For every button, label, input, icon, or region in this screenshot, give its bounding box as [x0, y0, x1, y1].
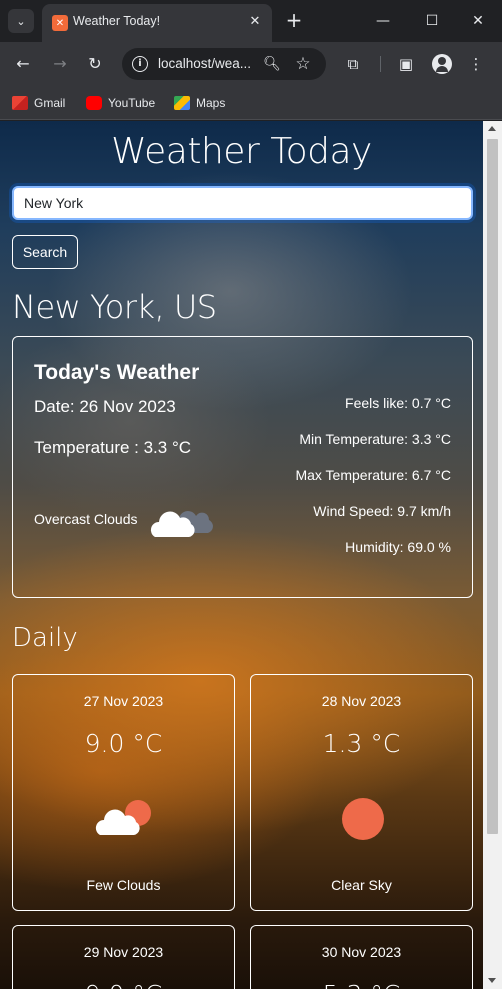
few-clouds-icon [95, 800, 151, 835]
back-button[interactable]: ← [11, 52, 35, 76]
daily-description: Few Clouds [86, 877, 161, 893]
daily-temperature: 1.3 °C [322, 729, 401, 758]
scrollbar-thumb[interactable] [487, 139, 498, 834]
gmail-icon [12, 96, 28, 110]
bookmark-label: YouTube [108, 96, 156, 110]
daily-date: 27 Nov 2023 [83, 693, 164, 709]
maps-icon [174, 96, 190, 110]
daily-card: 28 Nov 2023 1.3 °C Clear Sky [250, 674, 473, 911]
address-bar[interactable]: i localhost/wea... 🔍︎ ☆ [122, 48, 326, 80]
bookmark-gmail[interactable]: Gmail [12, 94, 65, 112]
scroll-down-arrow-icon[interactable] [488, 978, 496, 983]
daily-card: 30 Nov 2023 5.3 °C [250, 925, 473, 989]
daily-card: 29 Nov 2023 9.0 °C [12, 925, 235, 989]
browser-toolbar: ← → ↻ i localhost/wea... 🔍︎ ☆ ⧉ ▣ ⋮ [0, 42, 502, 86]
menu-icon[interactable]: ⋮ [464, 52, 488, 76]
youtube-icon [86, 96, 102, 110]
minimize-button[interactable]: — [368, 8, 398, 34]
side-panel-icon[interactable]: ▣ [394, 52, 418, 76]
reload-button[interactable]: ↻ [83, 52, 107, 76]
profile-avatar[interactable] [432, 54, 452, 74]
daily-date: 29 Nov 2023 [83, 944, 164, 960]
location-heading: New York, US [12, 288, 217, 326]
clear-sky-icon [342, 798, 384, 840]
search-input[interactable] [12, 186, 473, 220]
url-text[interactable]: localhost/wea... [158, 56, 251, 71]
daily-card: 27 Nov 2023 9.0 °C Few Clouds [12, 674, 235, 911]
min-temperature: Min Temperature: 3.3 °C [299, 431, 451, 447]
overcast-clouds-icon [150, 511, 213, 537]
bookmark-maps[interactable]: Maps [174, 94, 225, 112]
bookmark-youtube[interactable]: YouTube [86, 94, 155, 112]
extensions-icon[interactable]: ⧉ [341, 52, 365, 76]
weather-page: Weather Today Search New York, US Today'… [0, 121, 483, 989]
maximize-button[interactable]: ☐ [417, 8, 447, 34]
daily-heading: Daily [12, 623, 78, 653]
daily-temperature: 9.0 °C [13, 980, 234, 989]
site-info-icon[interactable]: i [132, 56, 148, 72]
page-scrollbar[interactable] [483, 121, 502, 989]
today-description: Overcast Clouds [34, 511, 138, 527]
close-window-button[interactable]: ✕ [463, 8, 493, 34]
today-heading: Today's Weather [34, 361, 200, 384]
tab-title: Weather Today! [73, 14, 161, 28]
scroll-up-arrow-icon[interactable] [488, 126, 496, 131]
favicon-icon: ✕ [52, 15, 68, 31]
page-title: Weather Today [111, 131, 372, 172]
max-temperature: Max Temperature: 6.7 °C [295, 467, 451, 483]
bookmark-label: Gmail [34, 96, 66, 110]
daily-date: 30 Nov 2023 [321, 944, 402, 960]
daily-description: Clear Sky [331, 877, 392, 893]
toolbar-divider [380, 56, 381, 72]
wind-speed: Wind Speed: 9.7 km/h [313, 503, 451, 519]
humidity: Humidity: 69.0 % [345, 539, 451, 555]
browser-tab-bar: ⌄ ✕ Weather Today! ✕ + — ☐ ✕ [0, 0, 502, 42]
daily-temperature: 9.0 °C [84, 729, 163, 758]
bookmark-label: Maps [196, 96, 226, 110]
close-tab-icon[interactable]: ✕ [246, 13, 264, 31]
tab-search-button[interactable]: ⌄ [8, 9, 34, 33]
search-button[interactable]: Search [12, 235, 78, 269]
new-tab-button[interactable]: + [282, 9, 306, 33]
feels-like: Feels like: 0.7 °C [345, 395, 451, 411]
browser-tab[interactable]: ✕ Weather Today! ✕ [42, 4, 272, 42]
forward-button[interactable]: → [48, 52, 72, 76]
today-weather-card: Today's Weather Date: 26 Nov 2023 Temper… [12, 336, 473, 598]
today-temperature: Temperature : 3.3 °C [34, 438, 192, 457]
zoom-icon[interactable]: 🔍︎ [262, 54, 282, 74]
bookmarks-bar: Gmail YouTube Maps [0, 86, 502, 120]
today-date: Date: 26 Nov 2023 [34, 397, 176, 416]
bookmark-star-icon[interactable]: ☆ [292, 53, 314, 75]
daily-date: 28 Nov 2023 [321, 693, 402, 709]
daily-temperature: 5.3 °C [251, 980, 472, 989]
